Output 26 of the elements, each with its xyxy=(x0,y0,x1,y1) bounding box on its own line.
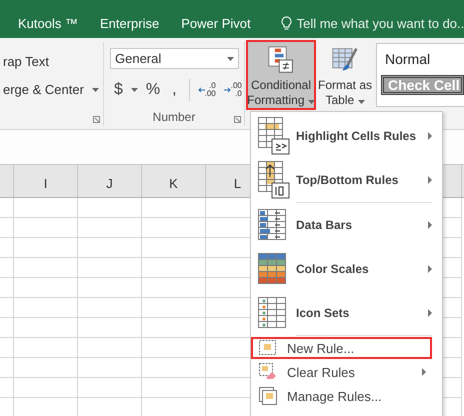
ribbon-tab[interactable]: Enterprise xyxy=(100,16,160,31)
menu-item[interactable]: Icon Sets xyxy=(251,291,442,335)
menu-item[interactable]: Highlight Cells Rules xyxy=(251,114,442,158)
conditional-formatting-button[interactable]: Conditional Formatting xyxy=(246,40,316,110)
menu-item[interactable]: Clear Rules xyxy=(251,361,432,383)
menu-item[interactable]: Manage Rules... xyxy=(251,385,432,407)
ribbon-tab[interactable]: Power Pivot xyxy=(181,16,251,31)
menu-item[interactable]: Data Bars xyxy=(251,203,442,247)
cell-style-item[interactable]: Normal xyxy=(381,46,464,72)
decrease-decimal-button[interactable]: .00 .0 xyxy=(224,82,242,98)
wrap-text-button[interactable]: rap Text xyxy=(3,54,103,69)
menu-item[interactable]: New Rule... xyxy=(251,337,432,359)
ribbon-tab[interactable]: Kutools ™ xyxy=(18,16,78,31)
column-header[interactable]: K xyxy=(142,165,206,197)
group-label: Number xyxy=(152,110,196,124)
percent-button[interactable]: % xyxy=(142,81,164,99)
comma-style-button[interactable]: , xyxy=(168,81,181,99)
currency-button[interactable]: $ xyxy=(110,81,127,99)
tell-me-field[interactable]: Tell me what you want to do... xyxy=(280,16,464,31)
column-header[interactable]: I xyxy=(14,165,78,197)
menu-item[interactable]: Color Scales xyxy=(251,247,442,291)
column-header[interactable]: J xyxy=(78,165,142,197)
format-as-table-button[interactable]: Format as Table xyxy=(318,40,372,110)
number-format-dropdown[interactable]: General xyxy=(110,48,239,69)
increase-decimal-button[interactable]: .0 .00 xyxy=(198,82,216,98)
merge-center-button[interactable]: erge & Center xyxy=(3,82,103,97)
